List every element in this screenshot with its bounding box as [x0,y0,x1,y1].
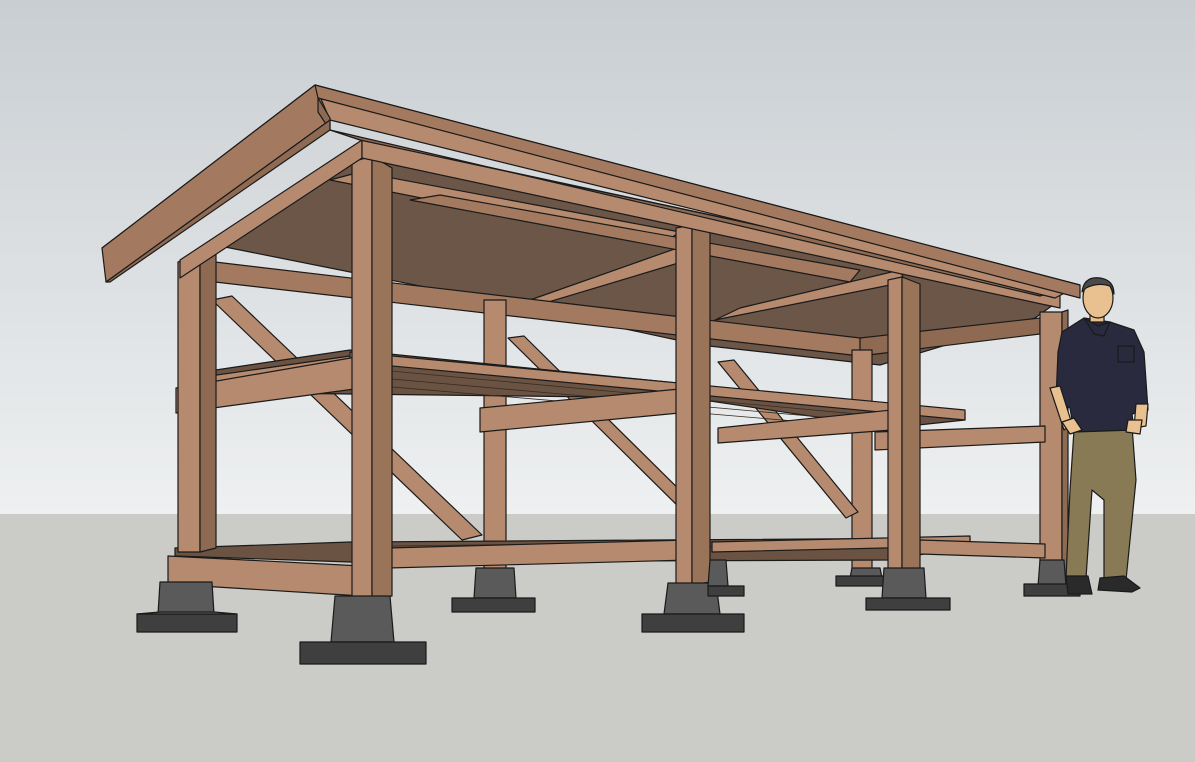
post-back-right [851,349,873,571]
post-front-right [887,276,903,599]
hand-right [1125,419,1143,435]
post-front-left-side [199,249,217,553]
post-front-main [351,155,373,599]
post-front-middle-side [691,224,711,586]
post-front-main-side [371,155,393,599]
post-front-right-side [901,276,921,599]
shed-frame-scene [0,0,1195,762]
post-front-middle [675,224,693,586]
shoe-left [1065,575,1093,595]
shirt-pocket [1117,345,1135,363]
post-back-mid [483,299,507,571]
post-front-left [177,254,201,553]
